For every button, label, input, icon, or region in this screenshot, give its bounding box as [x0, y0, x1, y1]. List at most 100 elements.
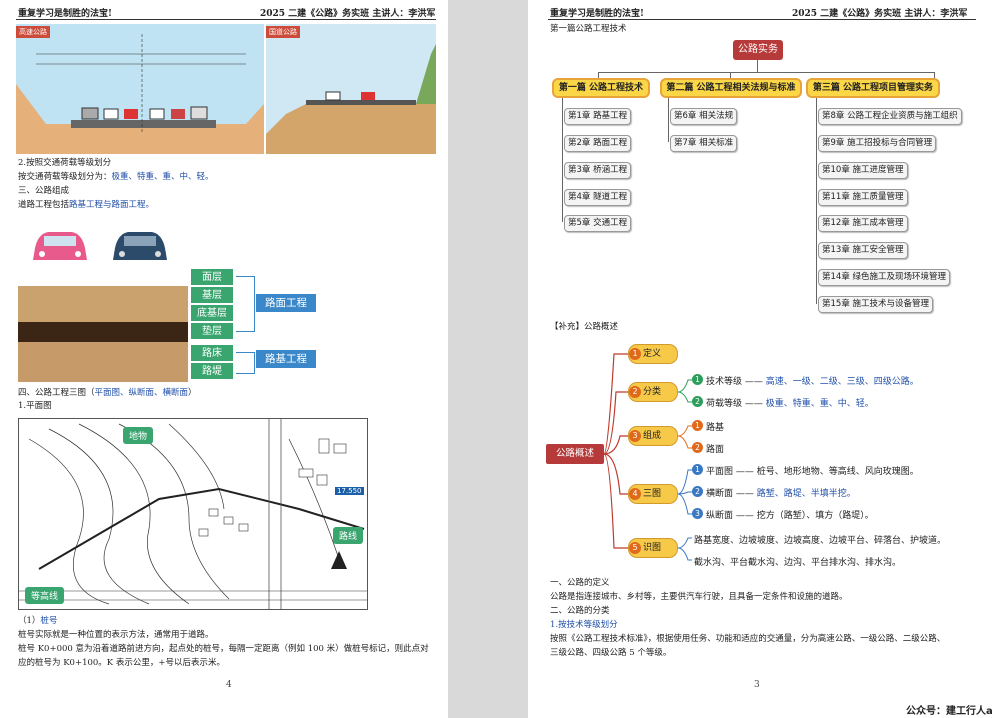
chapter-12: 第12章 施工成本管理	[818, 215, 908, 232]
comp-pavement: 路面	[706, 445, 725, 455]
chapter-2: 第2章 路面工程	[564, 135, 632, 152]
chapter-8: 第8章 公路工程企业资质与施工组织	[818, 108, 962, 125]
line-stake-title: （1）桩号	[18, 616, 58, 626]
national-road-drawing	[266, 44, 436, 154]
mind-node-definition: 1 定义	[628, 344, 678, 364]
line-traffic-load: 2.按照交通荷载等级划分	[18, 158, 112, 168]
chapter-14: 第14章 绿色施工及现场环境管理	[818, 269, 951, 286]
mind-root: 公路概述	[546, 444, 604, 464]
supplement-title: 【补充】公路概述	[550, 322, 619, 332]
chapter-6: 第6章 相关法规	[670, 108, 738, 125]
line-traffic-load-detail: 按交通荷载等级划分为：极重、特重、重、中、轻。	[18, 172, 214, 182]
class-load-level: 荷载等级 —— 极重、特重、重、中、轻。	[706, 399, 874, 409]
chapter-11: 第11章 施工质量管理	[818, 189, 908, 206]
chapter-13: 第13章 施工安全管理	[818, 242, 908, 259]
para-definition-title: 一、公路的定义	[550, 578, 610, 588]
line-stake-def: 桩号实际就是一种位置的表示方法，通常用于道路。	[18, 630, 214, 640]
header-right: 2025 二建《公路》务实班 主讲人：李洪军	[260, 9, 436, 19]
reading-line-1: 路基宽度、边坡坡度、边坡高度、边坡平台、碎落台、护坡道。	[694, 536, 947, 546]
layer-texture-soil	[18, 342, 188, 382]
reading-line-2: 截水沟、平台截水沟、边沟、平台排水沟、排水沟。	[694, 558, 902, 568]
layer-surface: 面层	[190, 268, 234, 286]
para-definition: 公路是指连接城市、乡村等，主要供汽车行驶，且具备一定条件和设施的道路。	[550, 592, 848, 602]
page-number-left: 4	[226, 680, 232, 690]
header-right: 2025 二建《公路》务实班 主讲人：李洪军	[792, 9, 968, 19]
map-label-route: 路线	[333, 527, 364, 544]
layer-cushion: 垫层	[190, 322, 234, 340]
chapter-7: 第7章 相关标准	[670, 135, 738, 152]
plan-map-drawing	[19, 419, 367, 609]
class-tech-level: 技术等级 —— 高速、一级、二级、三级、四级公路。	[706, 377, 919, 387]
pink-car-icon	[33, 232, 87, 260]
para-tech-level-2: 三级公路、四级公路 5 个等级。	[550, 648, 672, 658]
figure-tag-highway: 高速公路	[16, 26, 50, 38]
figure-tag-national: 国道公路	[266, 26, 300, 38]
right-page: 重复学习是制胜的法宝! 2025 二建《公路》务实班 主讲人：李洪军 第一篇公路…	[528, 0, 1000, 718]
comp-num-1: 1	[692, 420, 703, 431]
watermark: 公众号：建工行人a	[906, 706, 993, 717]
map-label-contour: 等高线	[25, 587, 65, 604]
mind-node-reading: 5 识图	[628, 538, 678, 558]
chapter-15: 第15章 施工技术与设备管理	[818, 296, 934, 313]
tree-root: 公路实务	[733, 40, 783, 60]
layer-subbase: 底基层	[190, 304, 234, 322]
highway-cross-section: 高速公路	[16, 24, 264, 154]
part-3: 第三篇 公路工程项目管理实务	[806, 78, 940, 98]
layer-texture-gravel	[18, 322, 188, 342]
header-rule	[548, 19, 976, 20]
highway-section-drawing	[16, 34, 264, 154]
header-rule	[16, 19, 436, 20]
layer-base: 基层	[190, 286, 234, 304]
map-label-feature: 地物	[123, 427, 154, 444]
header-left: 重复学习是制胜的法宝!	[18, 9, 112, 19]
part-1: 第一篇 公路工程技术	[552, 78, 650, 98]
group-pavement: 路面工程	[256, 294, 316, 312]
three-plan: 平面图 —— 桩号、地形地物、等高线、风向玫瑰图。	[706, 467, 919, 477]
blue-car-icon	[113, 232, 167, 260]
group-subgrade: 路基工程	[256, 350, 316, 368]
line-stake-detail-1: 桩号 K0+000 意为沿着道路前进方向，起点处的桩号，每隔一定距离（例如 10…	[18, 644, 429, 654]
three-longitudinal: 纵断面 —— 挖方（路堑）、填方（路堤）。	[706, 511, 874, 521]
connector	[816, 96, 817, 304]
line-three-drawings: 四、公路工程三图（平面图、纵断面、横断面）	[18, 388, 197, 398]
line-stake-detail-2: 应的桩号为 K0+100。K 表示公里，+号以后表示米。	[18, 658, 225, 668]
chapter-1: 第1章 路基工程	[564, 108, 632, 125]
three-num-1: 1	[692, 464, 703, 475]
para-classification-title: 二、公路的分类	[550, 606, 610, 616]
mind-node-classification: 2 分类	[628, 382, 678, 402]
connector	[598, 72, 934, 73]
para-tech-level-1: 按照《公路工程技术标准》，根据使用任务、功能和适应的交通量，分为高速公路、一级公…	[550, 634, 946, 644]
chapter-3: 第3章 桥涵工程	[564, 162, 632, 179]
subgrade-bracket	[236, 352, 255, 374]
comp-subgrade: 路基	[706, 423, 725, 433]
class-num-1: 1	[692, 374, 703, 385]
connector	[757, 60, 758, 72]
class-num-2: 2	[692, 396, 703, 407]
line-composition-detail: 道路工程包括路基工程与路面工程。	[18, 200, 155, 210]
mind-node-three-drawings: 4 三图	[628, 484, 678, 504]
line-plan-title: 1.平面图	[18, 401, 52, 411]
chapter-9: 第9章 施工招投标与合同管理	[818, 135, 937, 152]
mind-node-composition: 3 组成	[628, 426, 678, 446]
layer-embankment: 路堤	[190, 362, 234, 380]
left-page: 重复学习是制胜的法宝! 2025 二建《公路》务实班 主讲人：李洪军 高速公路 …	[0, 0, 448, 718]
layer-texture-top	[18, 286, 188, 322]
layer-roadbed: 路床	[190, 344, 234, 362]
comp-num-2: 2	[692, 442, 703, 453]
three-cross: 横断面 —— 路堑、路堤、半填半挖。	[706, 489, 856, 499]
part-2: 第二篇 公路工程相关法规与标准	[660, 78, 802, 98]
chapter-4: 第4章 隧道工程	[564, 189, 632, 206]
three-num-2: 2	[692, 486, 703, 497]
national-road-cross-section: 国道公路	[266, 24, 436, 154]
connector	[562, 96, 563, 222]
chapter-10: 第10章 施工进度管理	[818, 162, 908, 179]
map-elevation: 17.550	[335, 487, 364, 495]
chapter-5: 第5章 交通工程	[564, 215, 632, 232]
para-tech-level-title: 1.按技术等级划分	[550, 620, 618, 630]
header-left: 重复学习是制胜的法宝!	[550, 9, 644, 19]
page-number-right: 3	[754, 680, 760, 690]
connector	[668, 96, 669, 142]
plan-map: 地物 路线 等高线 17.550	[18, 418, 368, 610]
line-composition-title: 三、公路组成	[18, 186, 70, 196]
pavement-bracket	[236, 276, 255, 332]
